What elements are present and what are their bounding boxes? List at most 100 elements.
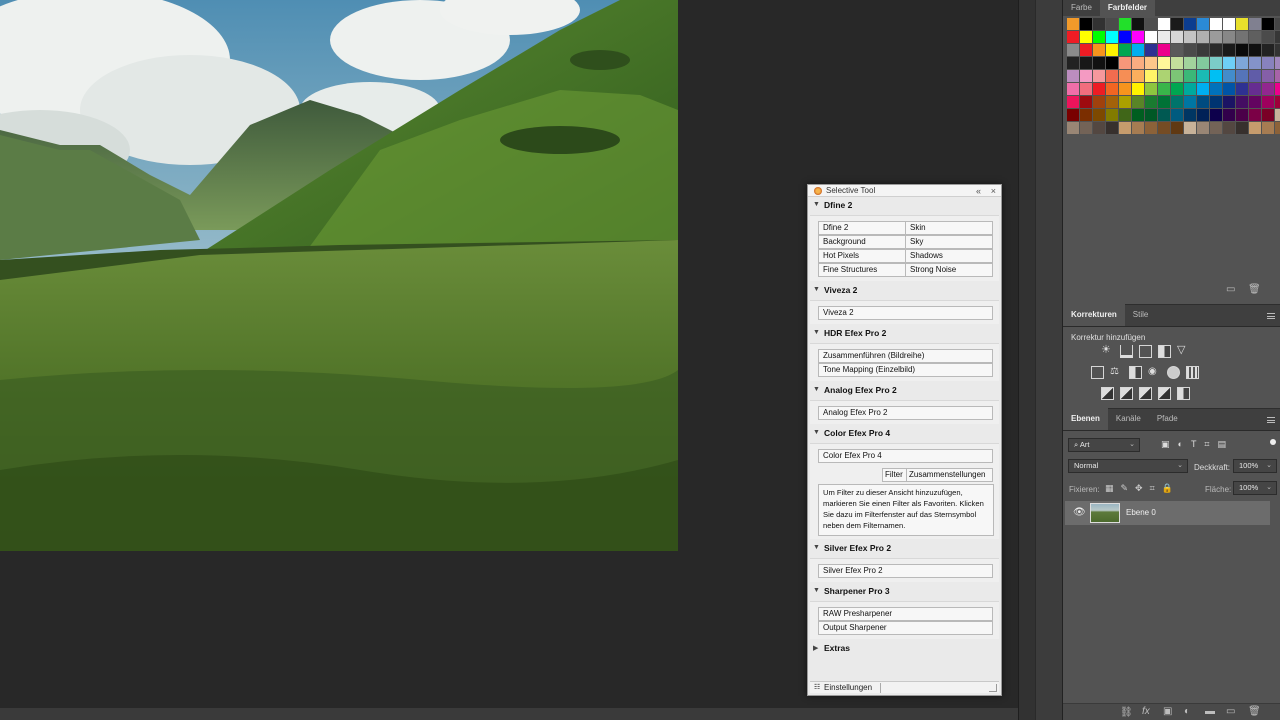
color-swatch[interactable] (1210, 57, 1222, 69)
color-swatch[interactable] (1132, 31, 1144, 43)
color-swatch[interactable] (1158, 18, 1170, 30)
color-swatch[interactable] (1249, 70, 1261, 82)
invert-icon[interactable] (1101, 387, 1114, 400)
section-sharpener-header[interactable]: ▼ Sharpener Pro 3 (810, 585, 999, 599)
color-swatch[interactable] (1184, 109, 1196, 121)
color-swatch[interactable] (1080, 44, 1092, 56)
threshold-icon[interactable] (1139, 387, 1152, 400)
color-swatch[interactable] (1197, 83, 1209, 95)
color-swatch[interactable] (1093, 57, 1105, 69)
photo-filter-icon[interactable]: ◉ (1148, 366, 1161, 379)
color-swatch[interactable] (1262, 31, 1274, 43)
panel-menu-icon[interactable] (1267, 313, 1275, 319)
color-swatch[interactable] (1145, 18, 1157, 30)
color-swatch[interactable] (1210, 31, 1222, 43)
color-swatch[interactable] (1158, 57, 1170, 69)
section-silver-header[interactable]: ▼ Silver Efex Pro 2 (810, 542, 999, 556)
color-swatch[interactable] (1223, 109, 1235, 121)
color-swatch[interactable] (1158, 83, 1170, 95)
color-swatch[interactable] (1197, 70, 1209, 82)
dfine-skin-button[interactable]: Skin (905, 221, 993, 235)
color-swatch[interactable] (1210, 83, 1222, 95)
color-swatch[interactable] (1106, 44, 1118, 56)
tab-stile[interactable]: Stile (1125, 304, 1157, 326)
color-swatch[interactable] (1171, 83, 1183, 95)
color-swatch[interactable] (1236, 31, 1248, 43)
color-swatch[interactable] (1067, 31, 1079, 43)
color-swatch[interactable] (1275, 57, 1280, 69)
color-swatch[interactable] (1106, 122, 1118, 134)
color-swatch[interactable] (1145, 57, 1157, 69)
color-swatch[interactable] (1080, 122, 1092, 134)
color-swatch[interactable] (1236, 70, 1248, 82)
tab-filter[interactable]: Filter (882, 468, 907, 482)
color-swatch[interactable] (1067, 96, 1079, 108)
levels-icon[interactable] (1120, 345, 1133, 358)
visibility-eye-icon[interactable]: 👁 (1073, 507, 1086, 518)
color-swatch[interactable] (1223, 31, 1235, 43)
swatch-grid[interactable] (1067, 18, 1280, 134)
color-swatch[interactable] (1262, 122, 1274, 134)
color-swatch[interactable] (1223, 83, 1235, 95)
color-swatch[interactable] (1249, 18, 1261, 30)
color-swatch[interactable] (1197, 44, 1209, 56)
trash-icon[interactable]: 🗑 (1248, 706, 1261, 717)
color-swatch[interactable] (1210, 44, 1222, 56)
resize-grip-icon[interactable] (989, 684, 997, 692)
color-swatch[interactable] (1171, 44, 1183, 56)
color-swatch[interactable] (1236, 57, 1248, 69)
color-swatch[interactable] (1262, 70, 1274, 82)
tab-farbe[interactable]: Farbe (1063, 0, 1100, 16)
color-swatch[interactable] (1249, 83, 1261, 95)
section-analog-header[interactable]: ▼ Analog Efex Pro 2 (810, 384, 999, 398)
color-swatch[interactable] (1171, 96, 1183, 108)
adjustment-layer-icon[interactable]: ◐ (1184, 706, 1190, 717)
color-swatch[interactable] (1236, 44, 1248, 56)
color-swatch[interactable] (1093, 44, 1105, 56)
color-swatch[interactable] (1093, 83, 1105, 95)
color-swatch[interactable] (1223, 44, 1235, 56)
color-swatch[interactable] (1132, 83, 1144, 95)
color-swatch[interactable] (1067, 109, 1079, 121)
color-swatch[interactable] (1093, 122, 1105, 134)
color-swatch[interactable] (1171, 18, 1183, 30)
blend-mode-select[interactable]: Normal ⌄ (1068, 459, 1188, 473)
viveza-2-button[interactable]: Viveza 2 (818, 306, 993, 320)
color-swatch[interactable] (1249, 96, 1261, 108)
section-hdr-header[interactable]: ▼ HDR Efex Pro 2 (810, 327, 999, 341)
dfine-sky-button[interactable]: Sky (905, 235, 993, 249)
output-sharpener-button[interactable]: Output Sharpener (818, 621, 993, 635)
color-swatch[interactable] (1262, 18, 1274, 30)
color-swatch[interactable] (1119, 44, 1131, 56)
color-swatch[interactable] (1275, 18, 1280, 30)
color-swatch[interactable] (1223, 18, 1235, 30)
section-viveza-header[interactable]: ▼ Viveza 2 (810, 284, 999, 298)
color-swatch[interactable] (1249, 57, 1261, 69)
hue-saturation-icon[interactable] (1091, 366, 1104, 379)
color-swatch[interactable] (1132, 18, 1144, 30)
color-swatch[interactable] (1106, 109, 1118, 121)
color-swatch[interactable] (1275, 70, 1280, 82)
hdr-tone-mapping-button[interactable]: Tone Mapping (Einzelbild) (818, 363, 993, 377)
color-swatch[interactable] (1197, 57, 1209, 69)
color-swatch[interactable] (1262, 96, 1274, 108)
dfine-background-button[interactable]: Background (818, 235, 906, 249)
layer-row[interactable]: 👁 Ebene 0 (1065, 501, 1270, 525)
vibrance-icon[interactable]: ▽ (1177, 345, 1190, 358)
color-swatch[interactable] (1132, 96, 1144, 108)
section-extras-header[interactable]: ▶ Extras (810, 642, 999, 656)
color-swatch[interactable] (1145, 83, 1157, 95)
color-swatch[interactable] (1067, 18, 1079, 30)
color-swatch[interactable] (1106, 70, 1118, 82)
tab-farbfelder[interactable]: Farbfelder (1099, 0, 1156, 16)
color-swatch[interactable] (1080, 70, 1092, 82)
color-swatch[interactable] (1158, 70, 1170, 82)
color-swatch[interactable] (1262, 83, 1274, 95)
color-swatch[interactable] (1093, 96, 1105, 108)
color-swatch[interactable] (1262, 44, 1274, 56)
color-swatch[interactable] (1223, 96, 1235, 108)
color-swatch[interactable] (1080, 96, 1092, 108)
curves-icon[interactable] (1139, 345, 1152, 358)
color-swatch[interactable] (1275, 109, 1280, 121)
color-swatch[interactable] (1236, 96, 1248, 108)
